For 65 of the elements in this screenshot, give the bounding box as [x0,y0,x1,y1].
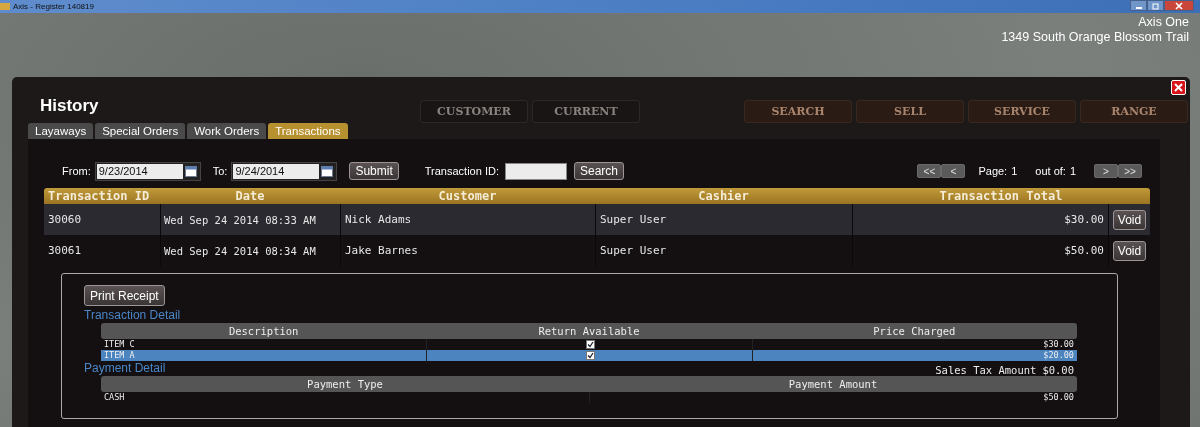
tab[interactable]: Work Orders [187,123,267,139]
page-label: Page: [978,165,1008,177]
store-name: Axis One [1138,15,1189,30]
restore-button[interactable] [1147,0,1164,11]
table-cell: Wed Sep 24 2014 08:34 AM [160,235,340,266]
out-of-label: out of: [1035,165,1066,177]
transaction-id-field[interactable] [504,162,567,180]
column-header: Transaction ID [47,188,151,204]
return-checkbox[interactable] [586,351,596,360]
submit-button[interactable]: Submit [349,162,399,180]
sales-tax-label: Sales Tax Amount [935,364,1037,376]
table-cell-text: 30061 [47,243,83,259]
column-header: Payment Type [306,377,384,392]
table-cell: Super User [595,235,852,266]
dialog-title: History [40,96,99,116]
section-title: Payment Detail [84,361,166,376]
store-address: 1349 South Orange Blossom Trail [1001,30,1189,45]
table-cell: Jake Barnes [340,235,595,266]
column-header: Customer [437,188,498,204]
first-page-button[interactable]: << [917,164,942,178]
to-label: To: [212,165,228,177]
tab[interactable]: Layaways [28,123,94,139]
previous-page-button[interactable]: < [941,164,966,178]
last-page-button[interactable]: >> [1118,164,1142,178]
section-title: Transaction Detail [84,308,182,323]
table-cell: $50.00 [589,392,1077,403]
close-icon [1174,83,1183,92]
search-button[interactable]: Search [573,162,624,180]
page-count: 1 [1069,165,1076,177]
tab[interactable]: Special Orders [95,123,186,139]
logo-icon [0,3,10,10]
table-cell: $20.00 [751,350,1077,361]
minimize-button[interactable] [1130,0,1147,11]
void-button[interactable]: Void [1112,209,1147,230]
transaction-id-label: Transaction ID: [424,165,499,177]
to-date-field[interactable]: 9/24/2014 [231,161,338,181]
column-header: Payment Amount [787,377,879,392]
transaction-row[interactable]: 30060 Wed Sep 24 2014 08:33 AM Nick Adams Super User $30.00 Void [44,204,1150,235]
page-number: 1 [1011,165,1018,177]
print-receipt-button[interactable]: Print Receipt [84,285,165,306]
table-cell-text: 30060 [47,212,83,228]
close-dialog-button[interactable] [1171,80,1186,95]
return-checkbox[interactable] [586,340,596,349]
window-title: Axis - Register 140819 [13,2,94,11]
from-label: From: [62,165,91,177]
close-button[interactable] [1164,0,1194,11]
table-cell: $50.00 [852,235,1108,266]
close-icon [1174,1,1184,10]
column-header: Description [227,324,300,339]
table-cell-text: ITEM C [103,339,136,350]
from-date-field[interactable]: 9/23/2014 [94,161,201,181]
table-cell-text: ITEM A [103,350,136,361]
column-header: Price Charged [872,324,957,339]
column-header: Transaction Total [938,188,1064,204]
restore-icon [1150,1,1161,10]
calendar-icon[interactable] [184,165,197,177]
next-page-button[interactable]: > [1094,164,1118,178]
item-row[interactable]: ITEM A $20.00 [101,350,1077,361]
void-button[interactable]: Void [1112,240,1147,261]
table-cell-text: CASH [103,392,126,403]
column-header: Cashier [697,188,750,204]
calendar-icon[interactable] [321,165,334,177]
column-header: Return Available [537,324,641,339]
column-header: Date [234,188,266,204]
sales-tax-value: $0.00 [1042,364,1074,376]
